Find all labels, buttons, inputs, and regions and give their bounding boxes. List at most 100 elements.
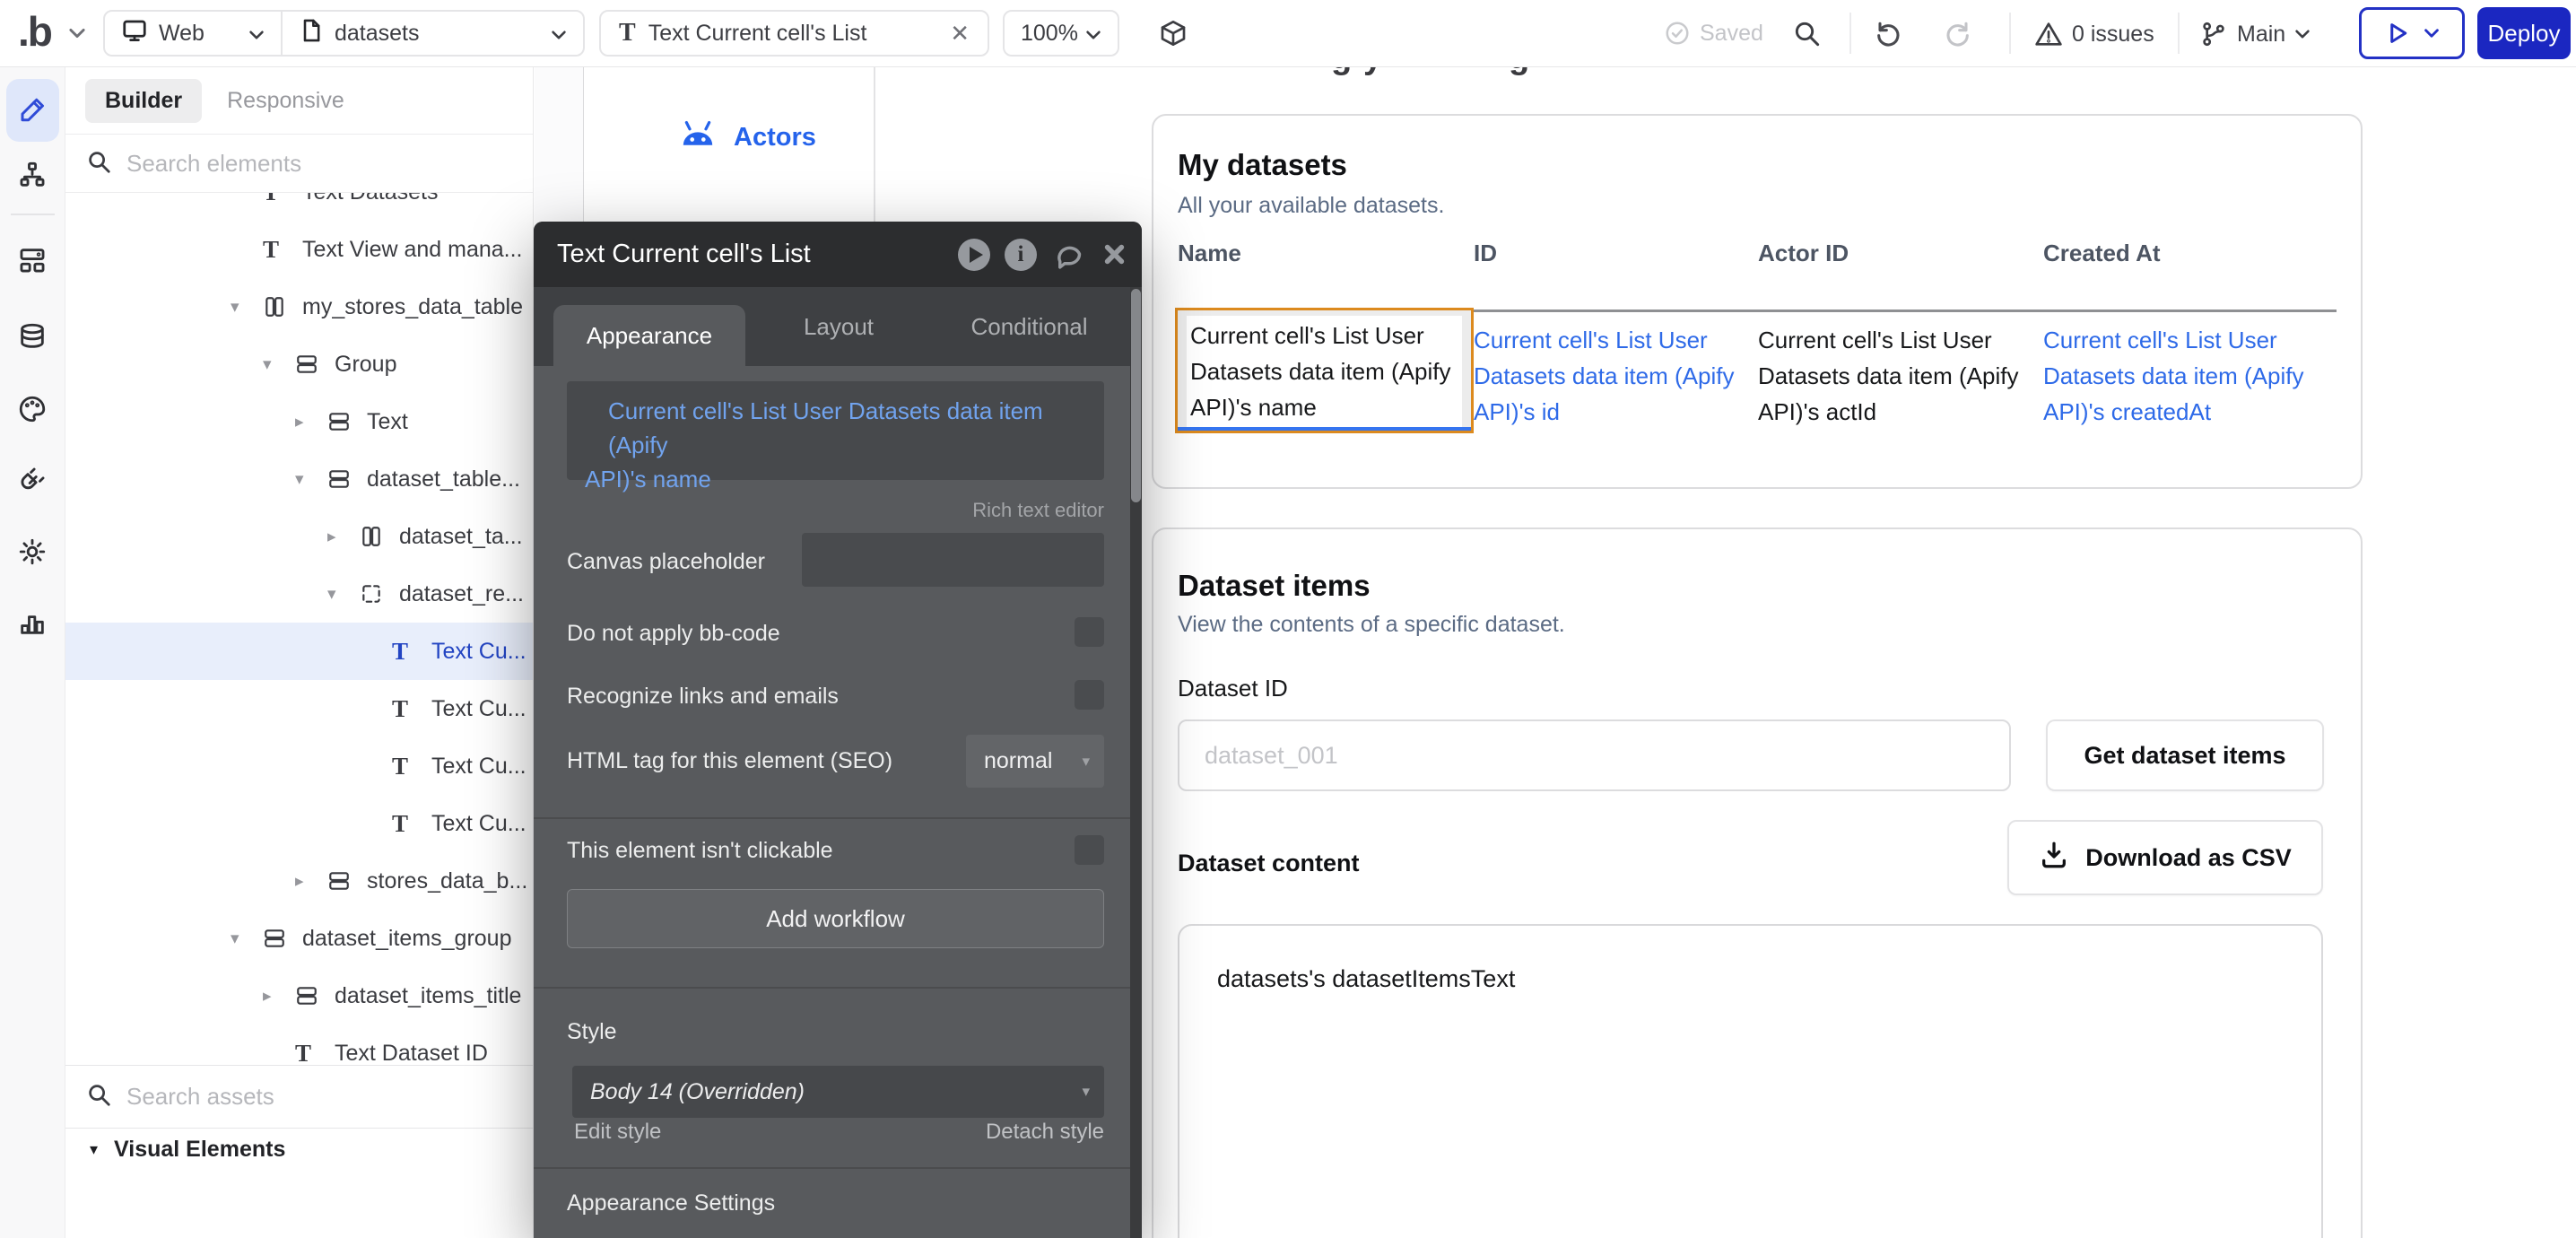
- rail-item-settings[interactable]: [10, 531, 55, 576]
- tab-conditional[interactable]: Conditional: [955, 287, 1103, 366]
- rail-item-styles[interactable]: [10, 388, 55, 433]
- rail-item-workflow[interactable]: [10, 154, 55, 199]
- group-element-icon: [327, 467, 360, 491]
- tree-item-text-current-cell[interactable]: T Text Cu...: [65, 795, 533, 852]
- tab-responsive[interactable]: Responsive: [227, 88, 344, 114]
- tree-item-stores-data-b[interactable]: ▸ stores_data_b...: [65, 852, 533, 910]
- tree-item-group[interactable]: ▾ Group: [65, 336, 533, 393]
- zoom-select[interactable]: 100%: [1003, 10, 1119, 57]
- bubble-logo[interactable]: .b: [18, 7, 51, 56]
- search-icon[interactable]: [1792, 19, 1821, 52]
- comment-button[interactable]: [1050, 238, 1084, 272]
- caret-right-icon[interactable]: ▸: [295, 871, 327, 892]
- text-element-icon: T: [295, 1042, 327, 1066]
- issues-indicator[interactable]: 0 issues: [2034, 20, 2154, 48]
- bubble-editor: g y g Actors My datasets All yo: [0, 0, 2576, 1238]
- cell-created-at-text[interactable]: Current cell's List User Datasets data i…: [2043, 322, 2317, 430]
- table-element-icon: [263, 295, 295, 318]
- selected-text-element-name[interactable]: Current cell's List User Datasets data i…: [1175, 308, 1474, 433]
- visual-elements-section[interactable]: ▾ Visual Elements: [65, 1128, 533, 1171]
- text-element-icon: T: [392, 640, 424, 664]
- inspector-header[interactable]: Text Current cell's List i: [534, 222, 1142, 287]
- close-tab-icon[interactable]: ✕: [950, 20, 970, 48]
- preview-element-button[interactable]: [957, 238, 991, 272]
- caret-right-icon[interactable]: ▸: [295, 412, 327, 432]
- branch-select[interactable]: Main: [2199, 20, 2311, 48]
- add-workflow-button[interactable]: Add workflow: [567, 889, 1104, 948]
- redo-button[interactable]: [1945, 19, 1973, 52]
- tree-item-text-group[interactable]: ▸ Text: [65, 393, 533, 450]
- tree-item-dataset-items-title[interactable]: ▸ dataset_items_title: [65, 967, 533, 1024]
- detach-style-link[interactable]: Detach style: [986, 1120, 1104, 1145]
- palette-icon: [17, 394, 48, 429]
- download-csv-button[interactable]: Download as CSV: [2007, 820, 2323, 895]
- open-element-tab[interactable]: T Text Current cell's List ✕: [599, 10, 989, 57]
- canvas-placeholder-input[interactable]: [802, 533, 1104, 587]
- tree-item-text-datasets[interactable]: T Text Datasets: [65, 193, 533, 221]
- chevron-down-icon: [551, 21, 567, 47]
- preview-button[interactable]: [2359, 7, 2465, 59]
- bbcode-checkbox[interactable]: [1075, 617, 1104, 647]
- get-dataset-items-button[interactable]: Get dataset items: [2046, 719, 2324, 791]
- mode-select[interactable]: Web: [105, 12, 281, 55]
- caret-down-icon[interactable]: ▾: [263, 354, 295, 375]
- rail-item-logs[interactable]: [10, 602, 55, 647]
- caret-down-icon[interactable]: ▾: [231, 928, 263, 949]
- scrollbar-thumb[interactable]: [1131, 289, 1141, 502]
- tree-item-text-current-cell[interactable]: T Text Cu...: [65, 737, 533, 795]
- search-assets-input[interactable]: [126, 1083, 467, 1111]
- deploy-button[interactable]: Deploy: [2477, 7, 2571, 59]
- rail-item-components[interactable]: [10, 240, 55, 284]
- tree-item-dataset-ta[interactable]: ▸ dataset_ta...: [65, 508, 533, 565]
- panel-tabs: Builder Responsive: [65, 67, 533, 135]
- dataset-content-textarea[interactable]: datasets's datasetItemsText: [1178, 924, 2323, 1238]
- caret-down-icon[interactable]: ▾: [231, 297, 263, 318]
- cell-id-text[interactable]: Current cell's List User Datasets data i…: [1474, 322, 1747, 430]
- rail-item-plugins[interactable]: [10, 459, 55, 504]
- tab-builder[interactable]: Builder: [85, 79, 202, 123]
- dataset-id-input[interactable]: [1178, 719, 2011, 791]
- edit-style-link[interactable]: Edit style: [574, 1120, 661, 1145]
- caret-right-icon[interactable]: ▸: [263, 986, 295, 1007]
- search-elements-input[interactable]: [126, 150, 467, 178]
- caret-down-icon: ▾: [1082, 1083, 1090, 1101]
- caret-right-icon[interactable]: ▸: [327, 527, 360, 547]
- divider: [534, 987, 1142, 989]
- tree-item-dataset-table[interactable]: ▾ dataset_table...: [65, 450, 533, 508]
- tree-item-text-current-cell-selected[interactable]: T Text Cu...: [65, 623, 533, 680]
- inspector-body: Current cell's List User Datasets data i…: [534, 366, 1142, 1238]
- tab-layout[interactable]: Layout: [776, 287, 901, 366]
- recognize-links-label: Recognize links and emails: [567, 684, 839, 710]
- caret-down-icon[interactable]: ▾: [295, 469, 327, 490]
- tree-item-dataset-re[interactable]: ▾ dataset_re...: [65, 565, 533, 623]
- rich-text-editor-link[interactable]: Rich text editor: [972, 499, 1104, 522]
- tree-item-text-current-cell[interactable]: T Text Cu...: [65, 680, 533, 737]
- tree-item-my-stores-data-table[interactable]: ▾ my_stores_data_table: [65, 278, 533, 336]
- element-info-button[interactable]: i: [1004, 238, 1038, 272]
- text-expression-editor[interactable]: Current cell's List User Datasets data i…: [567, 381, 1104, 480]
- style-dropdown[interactable]: Body 14 (Overridden) ▾: [572, 1066, 1104, 1118]
- download-icon: [2039, 840, 2069, 876]
- cell-actor-id-text[interactable]: Current cell's List User Datasets data i…: [1758, 322, 2032, 430]
- package-icon[interactable]: [1159, 19, 1188, 52]
- undo-button[interactable]: [1873, 19, 1902, 52]
- html-tag-dropdown[interactable]: normal ▾: [966, 735, 1104, 788]
- pencil-icon: [17, 92, 49, 129]
- caret-down-icon[interactable]: ▾: [327, 584, 360, 605]
- page-select[interactable]: datasets: [283, 12, 583, 55]
- appearance-settings-label: Appearance Settings: [567, 1190, 775, 1216]
- tree-item-text-dataset-id[interactable]: T Text Dataset ID: [65, 1024, 533, 1065]
- recognize-links-checkbox[interactable]: [1075, 680, 1104, 710]
- nav-actors[interactable]: Actors: [678, 119, 816, 156]
- tree-item-text-view[interactable]: T Text View and mana...: [65, 221, 533, 278]
- search-icon: [85, 1081, 112, 1112]
- rail-item-data[interactable]: [10, 316, 55, 361]
- tab-appearance[interactable]: Appearance: [553, 305, 745, 366]
- saved-indicator: Saved: [1664, 20, 1763, 47]
- chevron-down-icon[interactable]: [68, 27, 86, 44]
- tree-item-dataset-items-group[interactable]: ▾ dataset_items_group: [65, 910, 533, 967]
- not-clickable-checkbox[interactable]: [1075, 835, 1104, 865]
- rail-item-design[interactable]: [6, 79, 59, 142]
- close-inspector-button[interactable]: [1097, 238, 1131, 272]
- group-element-icon: [295, 353, 327, 376]
